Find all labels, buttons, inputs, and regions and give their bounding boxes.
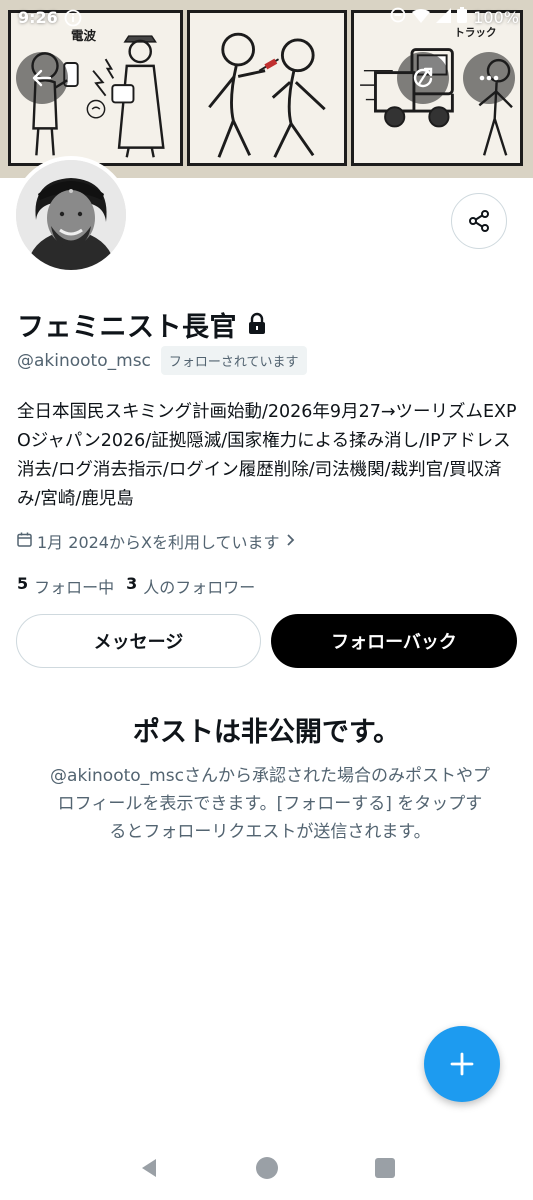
share-icon bbox=[469, 210, 489, 232]
battery-level: 100% bbox=[473, 7, 519, 27]
private-posts-description: @akinooto_mscさんから承認された場合のみポストやプロフィールを表示で… bbox=[50, 766, 490, 842]
profile-bio: 全日本国民スキミング計画始動/2026年9月27→ツーリズムEXPOジャパン20… bbox=[17, 402, 517, 509]
private-posts-title: ポストは非公開です。 bbox=[132, 717, 401, 748]
followers-count: 3 bbox=[126, 574, 138, 593]
wifi-icon bbox=[412, 8, 431, 27]
follow-back-button[interactable]: フォローバック bbox=[271, 614, 517, 668]
display-name: フェミニスト長官 bbox=[17, 312, 237, 343]
avatar[interactable] bbox=[12, 156, 130, 274]
followers-stat[interactable]: 3 人のフォロワー bbox=[126, 574, 255, 598]
back-button[interactable] bbox=[16, 52, 68, 104]
system-navigation-bar bbox=[0, 1140, 533, 1200]
refresh-button[interactable] bbox=[397, 52, 449, 104]
calendar-icon bbox=[17, 532, 32, 551]
handle-row: @akinooto_msc フォローされています bbox=[17, 346, 307, 375]
more-button[interactable] bbox=[463, 52, 515, 104]
do-not-disturb-icon bbox=[390, 7, 406, 27]
info-icon bbox=[64, 9, 82, 31]
message-button[interactable]: メッセージ bbox=[16, 614, 261, 668]
followers-label: 人のフォロワー bbox=[143, 578, 256, 597]
avatar-image bbox=[16, 160, 126, 270]
follow-stats: 5 フォロー中 3 人のフォロワー bbox=[17, 574, 261, 598]
signal-icon bbox=[436, 7, 452, 27]
following-stat[interactable]: 5 フォロー中 bbox=[17, 574, 114, 598]
battery-icon bbox=[457, 7, 468, 27]
refresh-icon bbox=[413, 67, 433, 88]
back-arrow-icon bbox=[32, 69, 52, 87]
joined-date-row[interactable]: 1月 2024からXを利用しています bbox=[17, 529, 296, 553]
nav-back-icon[interactable] bbox=[138, 1157, 160, 1183]
status-icons: 100% bbox=[390, 7, 519, 27]
chevron-right-icon bbox=[284, 532, 296, 551]
lock-icon bbox=[247, 312, 267, 338]
status-time: 9:26 bbox=[18, 8, 58, 27]
status-bar: 9:26 100% bbox=[0, 0, 533, 36]
nav-home-icon[interactable] bbox=[255, 1156, 279, 1184]
more-icon bbox=[479, 75, 499, 81]
following-count: 5 bbox=[17, 574, 29, 593]
profile-banner[interactable]: 電波 トラック 9:26 100% bbox=[0, 0, 533, 178]
nav-recents-icon[interactable] bbox=[375, 1158, 396, 1182]
plus-icon bbox=[450, 1052, 474, 1076]
joined-date: 1月 2024からXを利用しています bbox=[37, 533, 280, 552]
following-label: フォロー中 bbox=[34, 578, 115, 597]
follows-you-badge: フォローされています bbox=[160, 346, 307, 375]
compose-post-button[interactable] bbox=[424, 1026, 500, 1102]
user-handle: @akinooto_msc bbox=[17, 350, 151, 371]
name-row: フェミニスト長官 bbox=[17, 305, 267, 344]
share-button[interactable] bbox=[451, 193, 507, 249]
